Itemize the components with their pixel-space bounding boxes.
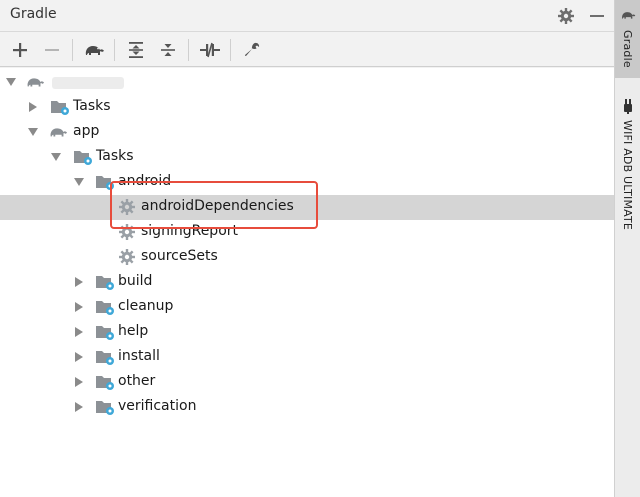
offline-icon[interactable]: [198, 38, 222, 62]
title-bar: Gradle: [0, 0, 614, 32]
chevron-down-icon[interactable]: [50, 151, 62, 163]
toolbar-separator: [188, 39, 189, 61]
gear-icon: [119, 249, 135, 265]
chevron-down-icon[interactable]: [27, 126, 39, 138]
expand-all-icon[interactable]: [124, 38, 148, 62]
chevron-right-icon[interactable]: [73, 326, 85, 338]
tree-node-label: install: [118, 348, 160, 364]
tasks-folder-icon: [51, 101, 69, 115]
chevron-right-icon[interactable]: [73, 401, 85, 413]
minus-icon[interactable]: [40, 38, 64, 62]
tree-node-other[interactable]: other: [0, 370, 614, 395]
chevron-down-icon[interactable]: [73, 176, 85, 188]
android-plug-icon: [624, 99, 632, 114]
tasks-folder-icon: [96, 376, 114, 390]
tab-gradle[interactable]: Gradle: [615, 0, 640, 78]
chevron-down-icon[interactable]: [5, 76, 17, 88]
elephant-icon: [622, 12, 636, 19]
elephant-icon: [27, 78, 45, 87]
tab-wifi-adb-ultimate[interactable]: WIFI ADB ULTIMATE: [615, 92, 640, 242]
gradle-tool-window: Gradle Tasks app Tasks android androidDe…: [0, 0, 614, 497]
tree-node-label: help: [118, 323, 149, 339]
tree-node-source-sets[interactable]: sourceSets: [0, 245, 614, 270]
tree-node-label: sourceSets: [141, 248, 218, 264]
tree-node-label: other: [118, 373, 156, 389]
tree-node-help[interactable]: help: [0, 320, 614, 345]
gradle-toolbar: [0, 33, 614, 67]
tree-node-root[interactable]: [0, 70, 614, 95]
tab-label: Gradle: [621, 30, 634, 68]
tree-node-verification[interactable]: verification: [0, 395, 614, 420]
tree-node-app[interactable]: app: [0, 120, 614, 145]
tree-node-cleanup[interactable]: cleanup: [0, 295, 614, 320]
tree-node-label: cleanup: [118, 298, 174, 314]
chevron-right-icon[interactable]: [73, 276, 85, 288]
panel-title: Gradle: [10, 6, 57, 22]
chevron-right-icon[interactable]: [73, 351, 85, 363]
toolbar-separator: [72, 39, 73, 61]
toolbar-separator: [114, 39, 115, 61]
gradle-task-tree: Tasks app Tasks android androidDependenc…: [0, 68, 614, 497]
tree-node-app-tasks[interactable]: Tasks: [0, 145, 614, 170]
tasks-folder-icon: [96, 401, 114, 415]
tree-node-label: build: [118, 273, 153, 289]
tasks-folder-icon: [96, 301, 114, 315]
chevron-right-icon[interactable]: [73, 301, 85, 313]
tasks-folder-icon: [96, 276, 114, 290]
minimize-icon[interactable]: [587, 6, 607, 26]
tree-node-install[interactable]: install: [0, 345, 614, 370]
elephant-icon: [50, 128, 68, 137]
tree-node-build[interactable]: build: [0, 270, 614, 295]
tree-node-label: verification: [118, 398, 197, 414]
tree-node-label: Tasks: [96, 148, 134, 164]
wrench-icon[interactable]: [240, 38, 264, 62]
plus-icon[interactable]: [8, 38, 32, 62]
collapse-all-icon[interactable]: [156, 38, 180, 62]
tree-node-label: Tasks: [73, 98, 111, 114]
tree-node-root-tasks[interactable]: Tasks: [0, 95, 614, 120]
chevron-right-icon[interactable]: [27, 101, 39, 113]
chevron-right-icon[interactable]: [73, 376, 85, 388]
tasks-folder-icon: [96, 351, 114, 365]
elephant-icon[interactable]: [82, 38, 106, 62]
annotation-highlight-box: [110, 181, 318, 229]
gear-icon[interactable]: [556, 6, 576, 26]
tasks-folder-icon: [96, 326, 114, 340]
right-tool-strip: Gradle WIFI ADB ULTIMATE: [614, 0, 640, 497]
tab-label: WIFI ADB ULTIMATE: [621, 120, 634, 231]
tasks-folder-icon: [74, 151, 92, 165]
tree-node-label: app: [73, 123, 100, 139]
project-name-redacted: [52, 77, 124, 89]
toolbar-separator: [230, 39, 231, 61]
